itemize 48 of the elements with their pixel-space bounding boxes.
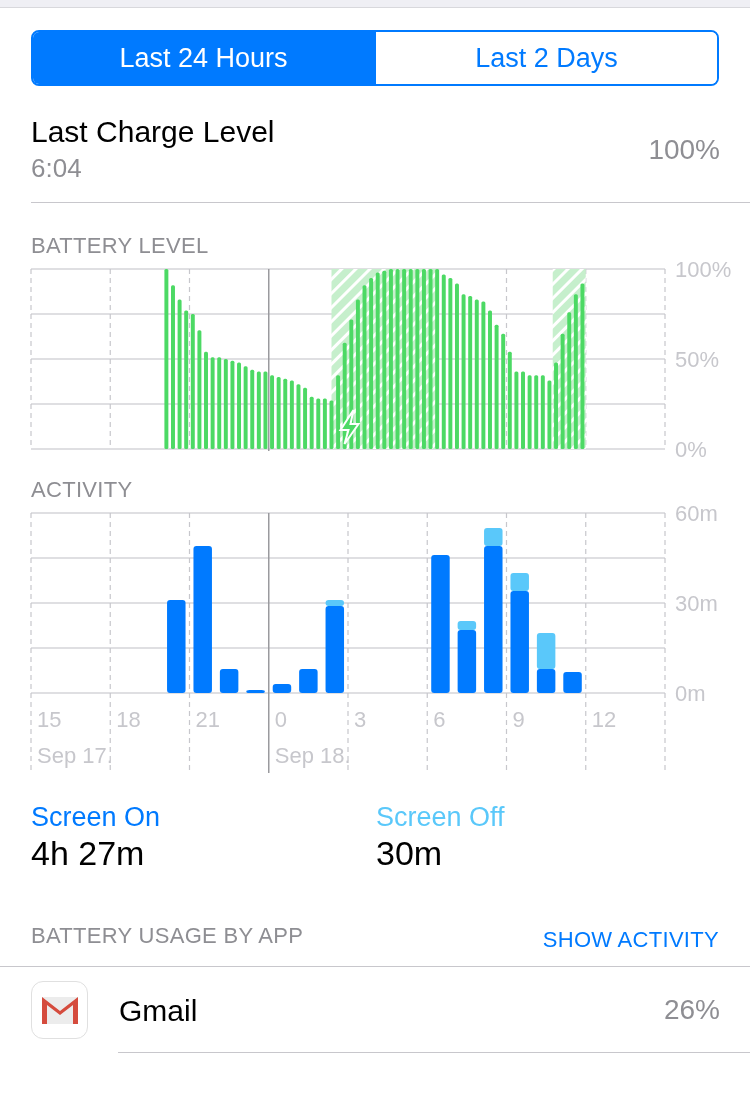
screen-on-bar bbox=[272, 684, 292, 693]
screen-off-bar bbox=[510, 573, 529, 591]
last-charge-title: Last Charge Level bbox=[31, 114, 275, 150]
axis-label: 100% bbox=[675, 257, 732, 282]
duration-value: 30m bbox=[376, 833, 444, 873]
date-label: Sep 17. bbox=[37, 743, 113, 768]
duration-value: 4h 27m bbox=[31, 833, 146, 873]
screen-off-bar bbox=[536, 633, 556, 669]
screen-on-bar bbox=[246, 690, 265, 693]
axis-label: 0 bbox=[274, 707, 287, 732]
screen-off-bar bbox=[457, 621, 477, 630]
lightning-icon bbox=[338, 409, 361, 445]
screen-off-bar bbox=[484, 528, 503, 546]
axis-label: 0% bbox=[675, 437, 707, 462]
axis-label: 50% bbox=[675, 347, 720, 372]
last-charge-level: 100% bbox=[648, 133, 720, 167]
date-label: Sep 18. bbox=[274, 743, 351, 768]
segment-tab[interactable]: Last 2 Days bbox=[374, 32, 717, 84]
screen-on-bar bbox=[299, 669, 318, 693]
app-name: Gmail bbox=[119, 992, 199, 1029]
screen-on-bar bbox=[536, 669, 556, 693]
axis-label: 3 bbox=[354, 707, 367, 732]
axis-label: 0m bbox=[675, 681, 706, 706]
axis-label: 18 bbox=[116, 707, 141, 732]
screen-off-bar bbox=[325, 600, 345, 606]
screen-on-bar bbox=[457, 630, 477, 693]
axis-label: 12 bbox=[591, 707, 617, 732]
last-charge-time: 6:04 bbox=[31, 152, 83, 185]
battery-bar bbox=[329, 400, 334, 449]
section-title: BATTERY USAGE BY APP bbox=[31, 923, 304, 950]
legend-label: Screen On bbox=[31, 801, 162, 833]
app-icon bbox=[31, 981, 88, 1039]
chart-title: BATTERY LEVEL bbox=[30, 233, 210, 259]
axis-label: 9 bbox=[512, 707, 525, 732]
axis-label: 15 bbox=[37, 707, 62, 732]
usage-percent: 26% bbox=[663, 993, 720, 1027]
axis-label: 30m bbox=[675, 591, 718, 616]
show-activity-link[interactable]: SHOW ACTIVITY bbox=[542, 923, 719, 956]
axis-label: 21 bbox=[195, 707, 220, 732]
chart-title: ACTIVITY bbox=[30, 477, 134, 503]
legend-label: Screen Off bbox=[376, 801, 506, 833]
screen-on-bar bbox=[563, 672, 582, 693]
battery-bar bbox=[547, 380, 552, 449]
axis-label: 6 bbox=[433, 707, 446, 732]
axis-label: 60m bbox=[675, 501, 718, 526]
battery-bar bbox=[296, 384, 301, 449]
segment-tab[interactable]: Last 24 Hours bbox=[33, 32, 374, 84]
screen-on-bar bbox=[219, 669, 239, 693]
